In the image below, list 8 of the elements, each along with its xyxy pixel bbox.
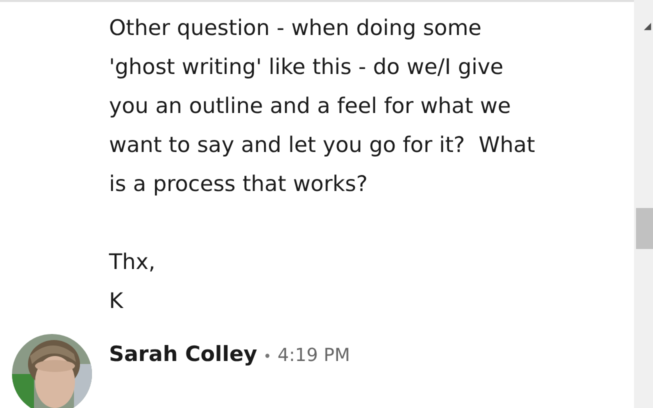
scroll-up-icon[interactable] — [643, 22, 652, 31]
scrollbar-thumb[interactable] — [636, 208, 653, 249]
message-paragraph: Thx, K — [109, 249, 156, 316]
message-paragraph: Other question - when doing some 'ghost writing' like this - do we/I give you an outline and a feel for what we want to say and let you go for it? What is a process that works? — [109, 15, 536, 199]
separator: • — [263, 349, 272, 365]
message-time: 4:19 PM — [278, 345, 350, 366]
scrollbar[interactable] — [634, 0, 653, 408]
sender-name[interactable]: Sarah Colley — [109, 342, 258, 366]
